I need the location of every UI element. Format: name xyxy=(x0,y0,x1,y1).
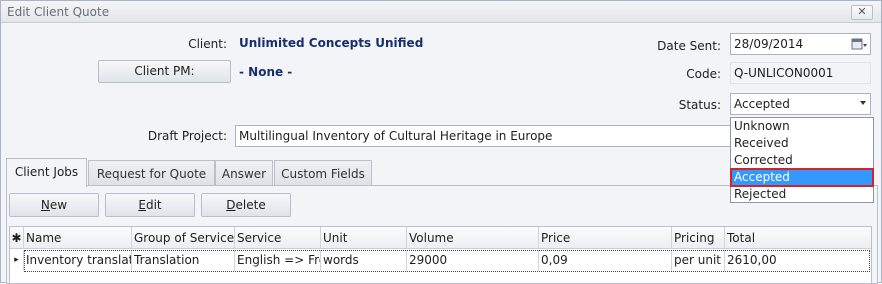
column-header-price[interactable]: Price xyxy=(539,227,672,249)
tab-answer-label: Answer xyxy=(221,167,267,181)
tab-answer[interactable]: Answer xyxy=(215,160,273,186)
calendar-icon[interactable] xyxy=(850,36,868,52)
client-pm-button[interactable]: Client PM: xyxy=(98,60,231,83)
column-header-pricing[interactable]: Pricing xyxy=(672,227,725,249)
client-pm-value: - None - xyxy=(239,65,293,79)
cell-name[interactable]: Inventory translati xyxy=(24,250,132,271)
client-pm-button-label: Client PM: xyxy=(134,64,195,78)
client-jobs-grid[interactable]: ✱ Name Group of Service Service Unit Vol… xyxy=(9,226,872,284)
chevron-down-icon[interactable] xyxy=(860,101,866,105)
window-title: Edit Client Quote xyxy=(7,5,110,19)
draft-project-label: Draft Project: xyxy=(147,129,227,143)
tab-request-for-quote[interactable]: Request for Quote xyxy=(88,160,215,186)
new-button[interactable]: New xyxy=(9,193,99,217)
cell-service[interactable]: English => Fre xyxy=(235,250,321,271)
column-header-unit[interactable]: Unit xyxy=(321,227,407,249)
delete-button-mnemonic: D xyxy=(226,198,236,212)
tab-request-for-quote-label: Request for Quote xyxy=(96,167,207,181)
column-header-group-of-service[interactable]: Group of Service xyxy=(132,227,235,249)
date-sent-value: 28/09/2014 xyxy=(734,37,804,51)
close-icon: ✕ xyxy=(857,5,867,18)
tab-custom-fields[interactable]: Custom Fields xyxy=(274,160,372,186)
delete-button-label: elete xyxy=(235,198,266,212)
status-option-rejected[interactable]: Rejected xyxy=(731,186,873,203)
column-header-service[interactable]: Service xyxy=(235,227,321,249)
status-select[interactable]: Accepted xyxy=(730,93,871,115)
status-select-value: Accepted xyxy=(734,97,790,111)
grid-header: ✱ Name Group of Service Service Unit Vol… xyxy=(10,227,871,249)
new-button-label: ew xyxy=(49,198,68,212)
edit-button-mnemonic: E xyxy=(138,198,146,212)
date-sent-label: Date Sent: xyxy=(657,39,721,53)
column-header-name[interactable]: Name xyxy=(24,227,132,249)
client-value: Unlimited Concepts Unified xyxy=(239,36,424,50)
cell-price[interactable]: 0,09 xyxy=(539,250,672,271)
new-button-mnemonic: N xyxy=(40,198,50,212)
edit-button[interactable]: Edit xyxy=(105,193,195,217)
client-label: Client: xyxy=(188,37,227,51)
cell-volume[interactable]: 29000 xyxy=(407,250,539,271)
tab-custom-fields-label: Custom Fields xyxy=(281,167,365,181)
status-dropdown-list[interactable]: Unknown Received Corrected Accepted Reje… xyxy=(730,117,874,203)
code-label: Code: xyxy=(686,67,721,81)
status-label: Status: xyxy=(678,98,721,112)
title-bar: Edit Client Quote ✕ xyxy=(1,1,881,23)
code-value: Q-UNLICON0001 xyxy=(734,66,834,80)
status-option-unknown[interactable]: Unknown xyxy=(731,118,873,135)
table-row[interactable]: ▸ Inventory translati Translation Englis… xyxy=(10,250,871,272)
status-option-received[interactable]: Received xyxy=(731,135,873,152)
status-option-accepted[interactable]: Accepted xyxy=(730,168,874,187)
code-field: Q-UNLICON0001 xyxy=(730,62,871,84)
edit-client-quote-window: Edit Client Quote ✕ Client: Unlimited Co… xyxy=(0,0,882,284)
edit-button-label: dit xyxy=(145,198,162,212)
column-header-volume[interactable]: Volume xyxy=(407,227,539,249)
current-row-icon: ▸ xyxy=(10,250,24,271)
draft-project-field[interactable]: Multilingual Inventory of Cultural Herit… xyxy=(235,125,735,147)
cell-group-of-service[interactable]: Translation xyxy=(132,250,235,271)
cell-total[interactable]: 2610,00 xyxy=(725,250,871,271)
date-sent-field[interactable]: 28/09/2014 xyxy=(730,33,871,55)
column-header-total[interactable]: Total xyxy=(725,227,871,249)
tab-client-jobs-label: Client Jobs xyxy=(14,165,79,179)
close-button[interactable]: ✕ xyxy=(851,5,873,20)
draft-project-value: Multilingual Inventory of Cultural Herit… xyxy=(239,129,553,143)
status-option-corrected[interactable]: Corrected xyxy=(731,152,873,169)
new-row-icon: ✱ xyxy=(10,227,24,249)
delete-button[interactable]: Delete xyxy=(201,193,291,217)
cell-unit[interactable]: words xyxy=(321,250,407,271)
tab-client-jobs[interactable]: Client Jobs xyxy=(6,158,87,187)
cell-pricing[interactable]: per unit xyxy=(672,250,725,271)
